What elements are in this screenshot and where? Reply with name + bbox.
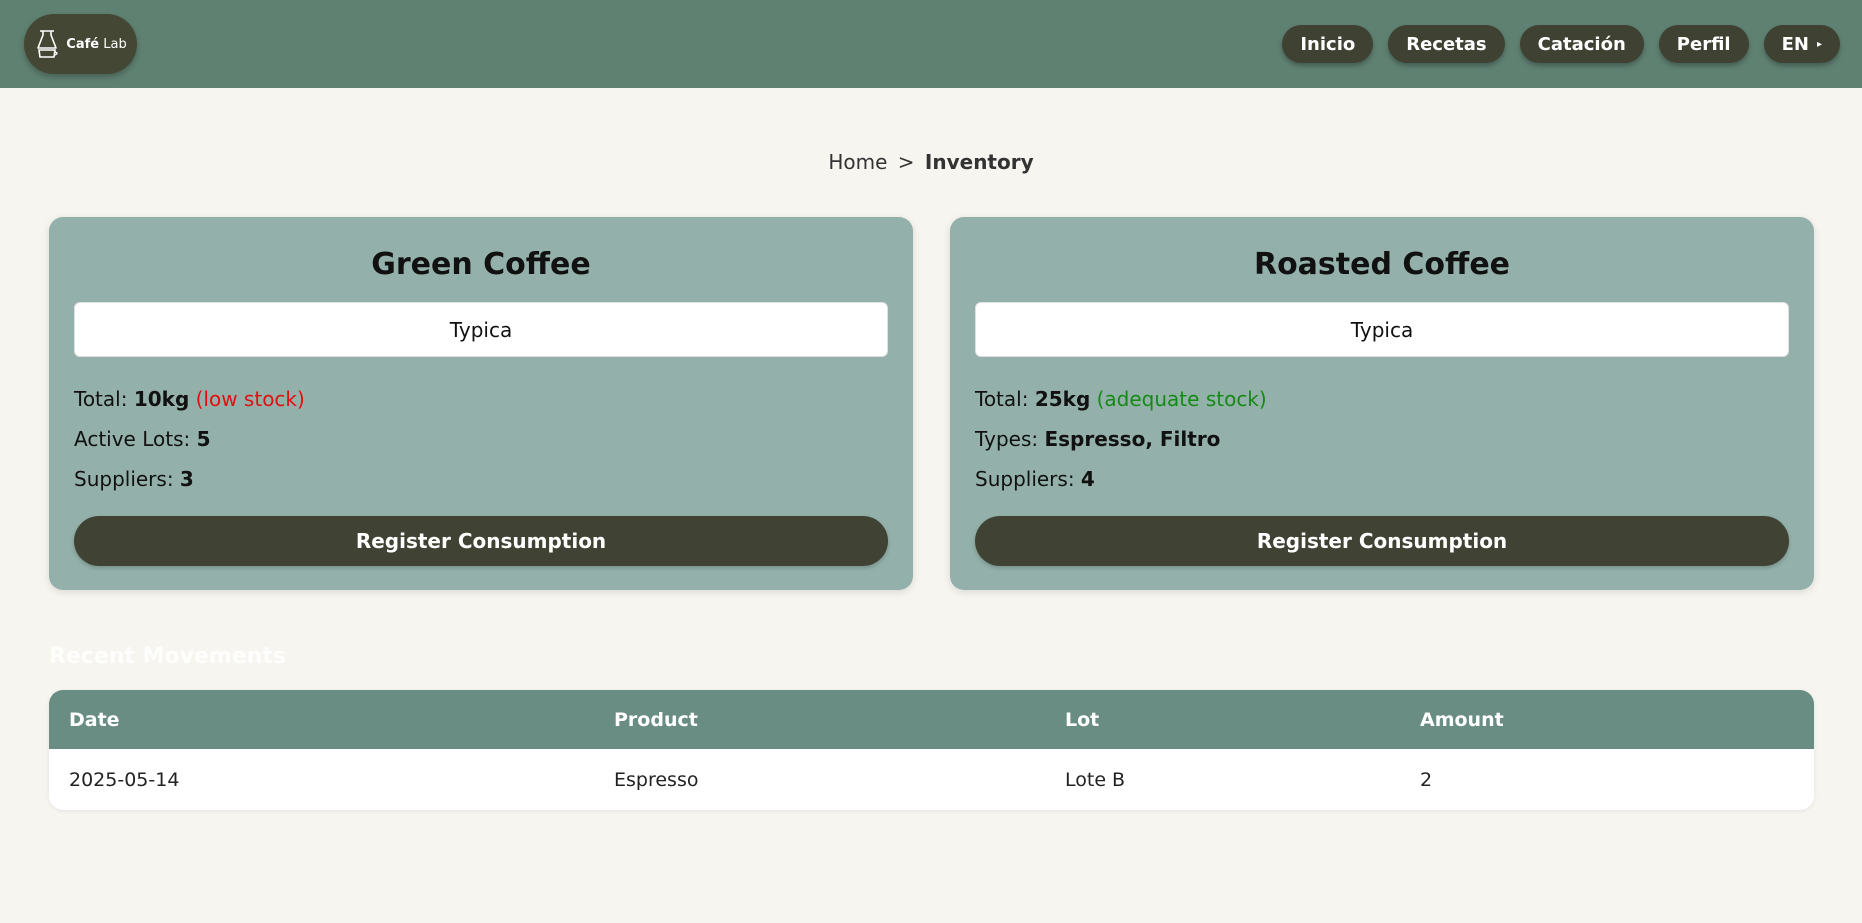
- roasted-types-row: Types: Espresso, Filtro: [975, 419, 1267, 459]
- total-value: 25kg: [1034, 387, 1091, 411]
- breadcrumb-home-link[interactable]: Home: [828, 150, 887, 174]
- nav-perfil-button[interactable]: Perfil: [1658, 25, 1749, 63]
- suppliers-value: 3: [179, 467, 194, 491]
- column-header-date: Date: [69, 708, 120, 731]
- roasted-coffee-card: Roasted Coffee Typica Total: 25kg (adequ…: [950, 217, 1814, 590]
- table-header-row: Date Product Lot Amount: [49, 690, 1814, 749]
- roasted-coffee-stats: Total: 25kg (adequate stock) Types: Espr…: [975, 379, 1267, 499]
- column-header-product: Product: [614, 708, 698, 731]
- nav-catacion-button[interactable]: Catación: [1519, 25, 1644, 63]
- green-coffee-stats: Total: 10kg (low stock) Active Lots: 5 S…: [74, 379, 305, 499]
- main-nav: Inicio Recetas Catación Perfil EN ▸: [1282, 25, 1840, 63]
- total-label: Total:: [74, 387, 128, 411]
- top-navbar: Café Lab Inicio Recetas Catación Perfil …: [0, 0, 1862, 88]
- stock-status: (low stock): [195, 387, 305, 411]
- suppliers-value: 4: [1080, 467, 1095, 491]
- logo-brand-rest: Lab: [103, 36, 127, 52]
- types-value: Espresso, Filtro: [1044, 427, 1221, 451]
- roasted-suppliers-row: Suppliers: 4: [975, 459, 1267, 499]
- movements-table: Date Product Lot Amount 2025-05-14 Espre…: [49, 690, 1814, 810]
- green-total-row: Total: 10kg (low stock): [74, 379, 305, 419]
- breadcrumb: Home > Inventory: [0, 150, 1862, 174]
- green-suppliers-row: Suppliers: 3: [74, 459, 305, 499]
- column-header-amount: Amount: [1420, 708, 1504, 731]
- roasted-coffee-title: Roasted Coffee: [1253, 247, 1511, 282]
- green-coffee-card: Green Coffee Typica Total: 10kg (low sto…: [49, 217, 913, 590]
- green-coffee-variety-select[interactable]: Typica: [74, 302, 888, 357]
- nav-recetas-button[interactable]: Recetas: [1388, 25, 1505, 63]
- active-lots-value: 5: [196, 427, 211, 451]
- suppliers-label: Suppliers:: [975, 467, 1075, 491]
- coffee-dripper-icon: [37, 30, 58, 58]
- roasted-register-consumption-button[interactable]: Register Consumption: [975, 516, 1789, 566]
- roasted-total-row: Total: 25kg (adequate stock): [975, 379, 1267, 419]
- cell-date: 2025-05-14: [69, 768, 180, 791]
- logo-brand-strong: Café: [66, 36, 100, 52]
- language-label: EN: [1781, 33, 1809, 55]
- stock-status: (adequate stock): [1096, 387, 1267, 411]
- language-selector-button[interactable]: EN ▸: [1763, 25, 1840, 63]
- active-lots-label: Active Lots:: [74, 427, 191, 451]
- table-row: 2025-05-14 Espresso Lote B 2: [49, 749, 1814, 810]
- total-label: Total:: [975, 387, 1029, 411]
- green-register-consumption-button[interactable]: Register Consumption: [74, 516, 888, 566]
- cafe-lab-logo[interactable]: Café Lab: [24, 14, 137, 74]
- recent-movements-heading: Recent Movements: [49, 644, 287, 669]
- cell-lot: Lote B: [1065, 768, 1126, 791]
- breadcrumb-current: Inventory: [924, 150, 1034, 174]
- green-active-lots-row: Active Lots: 5: [74, 419, 305, 459]
- nav-inicio-button[interactable]: Inicio: [1282, 25, 1374, 63]
- cell-product: Espresso: [614, 768, 699, 791]
- green-coffee-title: Green Coffee: [371, 247, 591, 282]
- caret-right-icon: ▸: [1816, 38, 1822, 50]
- cell-amount: 2: [1420, 768, 1433, 791]
- types-label: Types:: [975, 427, 1039, 451]
- column-header-lot: Lot: [1065, 708, 1100, 731]
- total-value: 10kg: [133, 387, 190, 411]
- suppliers-label: Suppliers:: [74, 467, 174, 491]
- roasted-coffee-variety-select[interactable]: Typica: [975, 302, 1789, 357]
- breadcrumb-separator: >: [897, 150, 915, 174]
